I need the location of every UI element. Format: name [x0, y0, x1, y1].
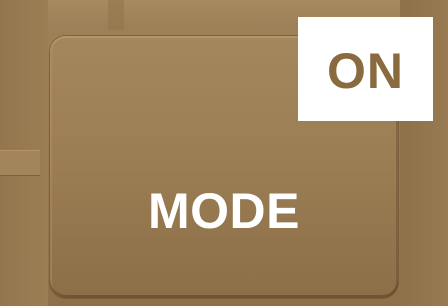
mode-control-panel: MODE ON	[0, 0, 448, 306]
on-status-badge: ON	[298, 17, 433, 121]
panel-notch	[108, 0, 124, 30]
mode-button-label: MODE	[148, 183, 300, 239]
panel-side-tab	[0, 150, 40, 176]
on-status-label: ON	[327, 43, 404, 99]
